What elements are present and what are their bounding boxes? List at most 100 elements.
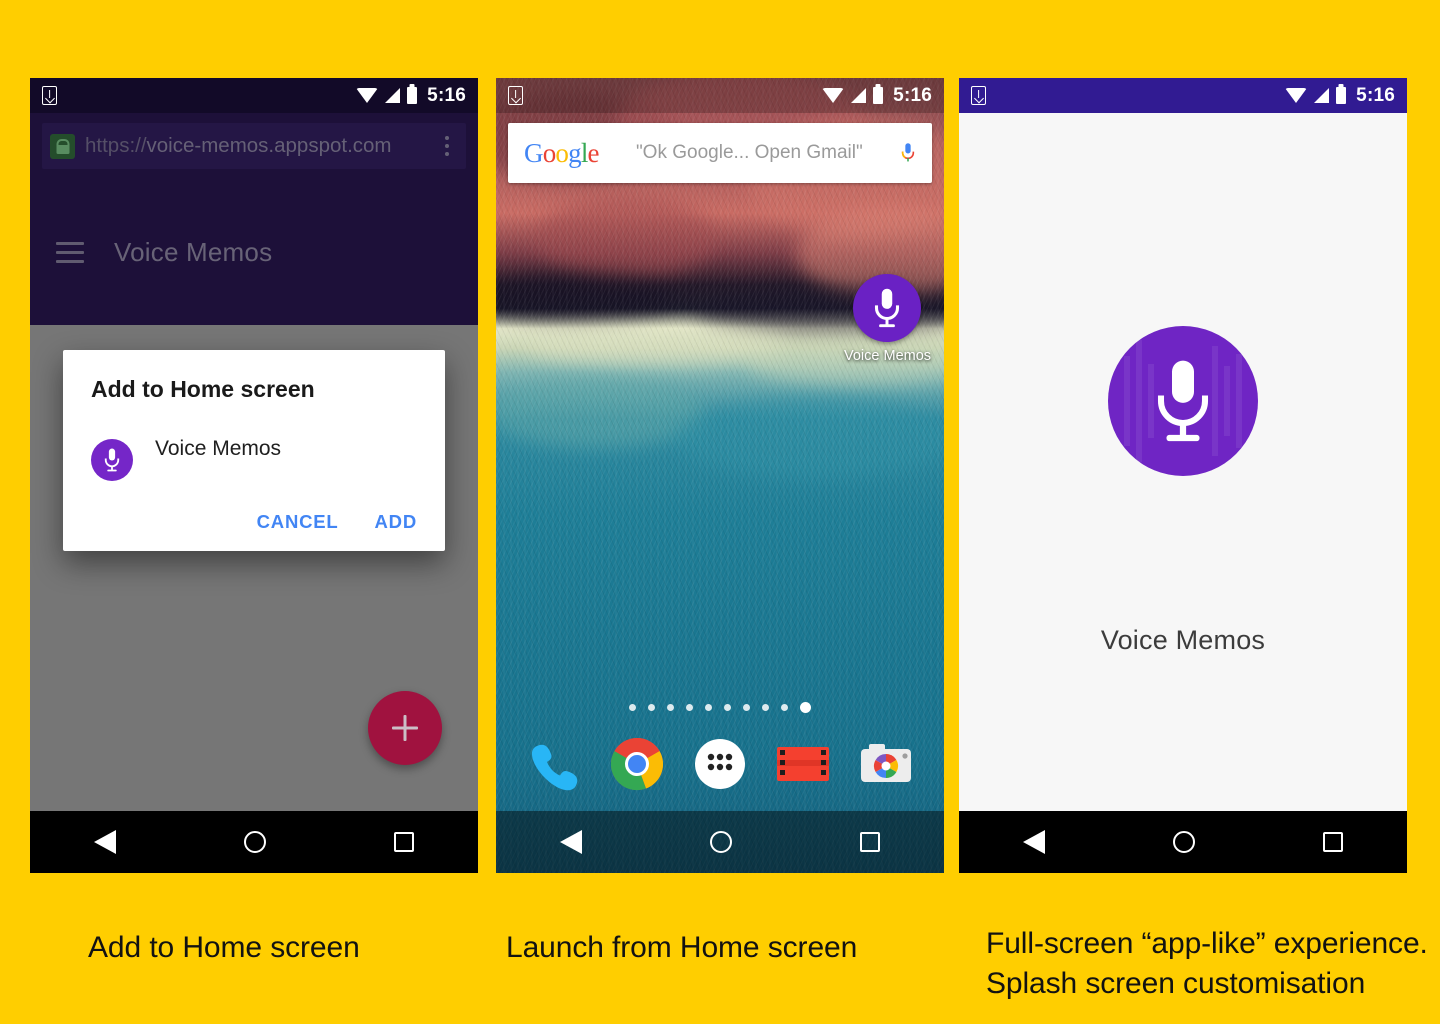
navigation-bar <box>959 811 1407 873</box>
dialog-body: Voice Memos <box>91 437 417 485</box>
page-dot[interactable] <box>724 704 731 711</box>
app-title: Voice Memos <box>114 236 273 267</box>
cellular-signal-icon <box>851 88 867 103</box>
page-dot[interactable] <box>629 704 636 711</box>
overflow-menu-icon[interactable] <box>436 135 458 157</box>
wifi-icon <box>356 88 379 103</box>
status-bar: 5:16 <box>496 78 944 113</box>
phone-glyph <box>531 744 577 791</box>
page-dot[interactable] <box>648 704 655 711</box>
wifi-icon <box>822 88 845 103</box>
page-dot[interactable] <box>781 704 788 711</box>
home-button-icon[interactable] <box>710 831 732 853</box>
back-button-icon[interactable] <box>560 830 582 854</box>
page-dot[interactable] <box>705 704 712 711</box>
status-bar-clock: 5:16 <box>893 84 932 106</box>
wifi-icon <box>1285 88 1308 103</box>
shortcut-name-input[interactable]: Voice Memos <box>155 437 281 470</box>
google-search-widget[interactable]: Google "Ok Google... Open Gmail" <box>508 123 932 183</box>
cancel-button[interactable]: CANCEL <box>257 511 339 533</box>
page-dot[interactable] <box>743 704 750 711</box>
status-bar-system-icons: 5:16 <box>356 85 466 107</box>
page-dot-active[interactable] <box>800 702 811 713</box>
recents-button-icon[interactable] <box>394 832 414 852</box>
status-bar: 5:16 <box>959 78 1407 113</box>
camera-glyph <box>861 744 912 782</box>
home-screen-dock <box>496 733 944 795</box>
app-toolbar: Voice Memos <box>30 179 478 325</box>
battery-icon <box>407 87 418 104</box>
navigation-bar <box>496 811 944 873</box>
battery-icon <box>1336 87 1347 104</box>
app-drawer-glyph <box>694 739 745 789</box>
chrome-glyph <box>610 738 663 791</box>
shortcut-name-field[interactable]: Voice Memos <box>155 437 417 461</box>
home-screen-page-indicator[interactable] <box>496 702 944 713</box>
address-bar[interactable]: https://voice-memos.appspot.com <box>42 123 466 169</box>
caption-line: Launch from Home screen <box>506 931 858 964</box>
caption-line: Full-screen “app-like” experience. <box>986 927 1428 960</box>
microphone-glyph <box>1157 360 1209 442</box>
status-bar-notifications <box>508 86 523 105</box>
caption-line: Add to Home screen <box>88 931 360 964</box>
recents-button-icon[interactable] <box>1323 832 1343 852</box>
caption-add-to-home-screen: Add to Home screen <box>88 928 360 968</box>
add-recording-fab[interactable] <box>368 691 442 765</box>
secure-lock-icon <box>50 133 75 159</box>
recents-button-icon[interactable] <box>860 832 880 852</box>
camera-app-icon[interactable] <box>855 733 917 795</box>
caption-fullscreen-experience: Full-screen “app-like” experience. Splas… <box>986 924 1428 1004</box>
browser-chrome: https://voice-memos.appspot.com Voice Me… <box>30 113 478 325</box>
url-host: voice-memos.appspot.com <box>146 134 392 157</box>
navigation-bar <box>30 811 478 873</box>
play-movies-icon[interactable] <box>772 733 834 795</box>
add-button[interactable]: ADD <box>375 511 417 533</box>
page-dot[interactable] <box>762 704 769 711</box>
hamburger-menu-icon[interactable] <box>56 241 84 263</box>
play-movies-glyph <box>777 747 830 781</box>
url-scheme: https:// <box>85 134 147 157</box>
page-dot[interactable] <box>686 704 693 711</box>
status-bar-system-icons: 5:16 <box>1285 85 1395 107</box>
microphone-glyph <box>104 448 120 472</box>
back-button-icon[interactable] <box>94 830 116 854</box>
status-bar-system-icons: 5:16 <box>822 85 932 107</box>
splash-screen: Voice Memos <box>959 113 1407 811</box>
microphone-icon <box>853 274 921 342</box>
status-bar: 5:16 <box>30 78 478 113</box>
status-bar-clock: 5:16 <box>1356 84 1395 106</box>
cellular-signal-icon <box>1314 88 1330 103</box>
app-shortcut-label: Voice Memos <box>844 348 932 364</box>
add-to-home-screen-dialog: Add to Home screen Voice Memos CANCEL AD… <box>63 350 445 551</box>
download-icon <box>42 86 57 105</box>
splash-app-name: Voice Memos <box>1100 625 1266 655</box>
caption-launch-from-home-screen: Launch from Home screen <box>506 928 857 968</box>
microphone-icon <box>91 439 133 481</box>
url-text: https://voice-memos.appspot.com <box>85 134 436 158</box>
slide-canvas: https://voice-memos.appspot.com Voice Me… <box>0 0 1440 1024</box>
battery-icon <box>873 87 884 104</box>
status-bar-notifications <box>42 86 57 105</box>
status-bar-clock: 5:16 <box>427 84 466 106</box>
microphone-icon <box>1108 326 1258 476</box>
home-button-icon[interactable] <box>1173 831 1195 853</box>
dialog-actions: CANCEL ADD <box>91 511 417 539</box>
microphone-icon[interactable] <box>900 137 916 169</box>
cellular-signal-icon <box>385 88 401 103</box>
download-icon <box>508 86 523 105</box>
home-button-icon[interactable] <box>244 831 266 853</box>
download-icon <box>971 86 986 105</box>
back-button-icon[interactable] <box>1023 830 1045 854</box>
page-dot[interactable] <box>667 704 674 711</box>
microphone-glyph <box>874 288 900 328</box>
dialog-title: Add to Home screen <box>91 376 315 402</box>
search-hint-text: "Ok Google... Open Gmail" <box>635 142 863 163</box>
phone-app-icon[interactable] <box>523 733 585 795</box>
phone-mockup-splash-screen: Voice Memos 5:16 <box>959 78 1407 873</box>
app-drawer-icon[interactable] <box>689 733 751 795</box>
chrome-app-icon[interactable] <box>606 733 668 795</box>
phone-mockup-home-screen: Google "Ok Google... Open Gmail" Voice M… <box>496 78 944 873</box>
home-screen-app-shortcut[interactable]: Voice Memos <box>844 274 932 364</box>
phone-mockup-add-to-home-screen: https://voice-memos.appspot.com Voice Me… <box>30 78 478 873</box>
google-logo: Google <box>524 137 600 168</box>
